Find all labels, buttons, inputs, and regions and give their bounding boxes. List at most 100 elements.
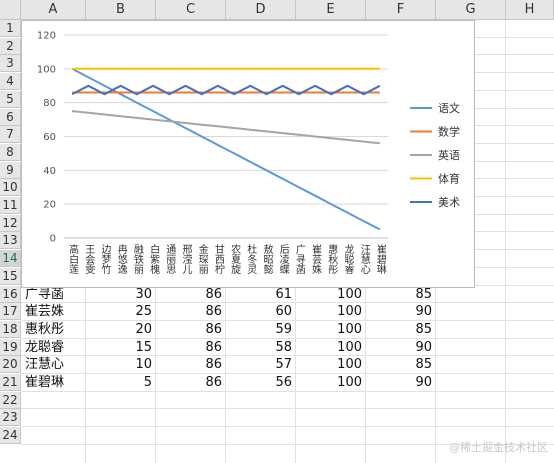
cell-f18[interactable]: 85 — [366, 321, 436, 338]
cell-a21[interactable]: 崔碧琳 — [21, 374, 86, 391]
legend-label-3: 英语 — [438, 148, 460, 162]
cell-d18[interactable]: 59 — [226, 321, 296, 338]
cell-b20[interactable]: 10 — [86, 356, 156, 373]
x-category-label: 龙聪睿 — [342, 243, 354, 275]
cell-e20[interactable]: 100 — [296, 356, 366, 373]
column-header-c[interactable]: C — [156, 0, 226, 20]
cell-c20[interactable]: 86 — [156, 356, 226, 373]
line-chart[interactable]: 0 20 40 60 80 100 120 高白莲 王会雯 边梦竹 冉悠逸 融铁丽 白紫槐 通丽思 邢滢儿… — [21, 20, 475, 288]
row-header-17[interactable]: 17 — [0, 303, 21, 321]
x-axis-categories: 高白莲 王会雯 边梦竹 冉悠逸 融铁丽 白紫槐 通丽思 邢滢儿 金琛丽 甘西柠 农夏旋 杜冬灵 敖昭懿后… — [67, 243, 387, 275]
column-header-e[interactable]: E — [296, 0, 366, 20]
cell-f21[interactable]: 90 — [366, 374, 436, 391]
cell-f19[interactable]: 90 — [366, 339, 436, 356]
cell-e18[interactable]: 100 — [296, 321, 366, 338]
cell-d17[interactable]: 60 — [226, 303, 296, 320]
row-header-4[interactable]: 4 — [0, 73, 21, 91]
legend-label-1: 语文 — [438, 101, 460, 115]
column-header-b[interactable]: B — [86, 0, 156, 20]
series-line-3 — [71, 110, 381, 145]
cell-e19[interactable]: 100 — [296, 339, 366, 356]
y-tick-label: 60 — [43, 132, 56, 143]
x-category-label: 甘西柠 — [212, 243, 224, 275]
row-header-7[interactable]: 7 — [0, 126, 21, 144]
row-header-5[interactable]: 5 — [0, 90, 21, 108]
x-category-label: 敖昭懿 — [261, 243, 273, 274]
column-header-f[interactable]: F — [366, 0, 436, 20]
x-category-label: 白紫槐 — [148, 243, 160, 275]
x-category-label: 冉悠逸 — [115, 243, 127, 274]
cell-c21[interactable]: 86 — [156, 374, 226, 391]
row-header-22[interactable]: 22 — [0, 391, 21, 409]
cell-f17[interactable]: 90 — [366, 303, 436, 320]
x-category-label: 融铁丽 — [131, 244, 143, 275]
cell-b18[interactable]: 20 — [86, 321, 156, 338]
x-category-label: 广寻菡 — [293, 244, 305, 274]
legend-label-4: 体育 — [438, 172, 460, 186]
row-header-13[interactable]: 13 — [0, 232, 21, 250]
row-header-6[interactable]: 6 — [0, 108, 21, 126]
row-header-10[interactable]: 10 — [0, 179, 21, 197]
row-gridline — [21, 426, 554, 428]
cell-d21[interactable]: 56 — [226, 374, 296, 391]
column-gridline — [505, 20, 506, 463]
legend-label-5: 美术 — [438, 196, 460, 209]
y-tick-label: 100 — [37, 64, 56, 75]
column-header-g[interactable]: G — [436, 0, 506, 20]
row-gridline — [21, 408, 554, 410]
cell-a20[interactable]: 汪慧心 — [21, 356, 86, 373]
column-header-d[interactable]: D — [226, 0, 296, 20]
cell-b17[interactable]: 25 — [86, 303, 156, 320]
row-header-15[interactable]: 15 — [0, 267, 21, 285]
x-category-label: 杜冬灵 — [245, 243, 257, 275]
spreadsheet: ABCDEFGH 1 2 3 4 5 6 7 8 9 10 11 12 13 14 15 16 17 18 19 20… — [0, 0, 554, 463]
legend-label-2: 数学 — [438, 125, 460, 139]
row-header-16[interactable]: 16 — [0, 285, 21, 303]
column-header-a[interactable]: A — [21, 0, 86, 20]
y-tick-label: 120 — [37, 31, 56, 42]
row-header-18[interactable]: 18 — [0, 320, 21, 338]
cell-c19[interactable]: 86 — [156, 339, 226, 356]
select-all-corner[interactable] — [0, 0, 21, 20]
chart-series — [71, 67, 381, 231]
chart-legend[interactable]: 语文数学英语体育美术 — [410, 101, 460, 209]
row-header-9[interactable]: 9 — [0, 161, 21, 179]
x-category-label: 惠秋彤 — [326, 243, 338, 274]
cell-c17[interactable]: 86 — [156, 303, 226, 320]
row-header-14[interactable]: 14 — [0, 250, 21, 268]
row-header-3[interactable]: 3 — [0, 55, 21, 73]
row-header-12[interactable]: 12 — [0, 214, 21, 232]
y-tick-label: 20 — [43, 200, 56, 211]
row-header-19[interactable]: 19 — [0, 338, 21, 356]
cell-d20[interactable]: 57 — [226, 356, 296, 373]
y-tick-label: 0 — [50, 234, 56, 245]
cell-b19[interactable]: 15 — [86, 339, 156, 356]
cell-b21[interactable]: 5 — [86, 374, 156, 391]
row-header-24[interactable]: 24 — [0, 427, 21, 445]
row-header-2[interactable]: 2 — [0, 37, 21, 55]
x-category-label: 通丽思 — [164, 244, 176, 274]
cell-a19[interactable]: 龙聪睿 — [21, 339, 86, 356]
cell-a17[interactable]: 崔芸姝 — [21, 303, 86, 320]
row-header-11[interactable]: 11 — [0, 197, 21, 214]
cell-f20[interactable]: 85 — [366, 356, 436, 373]
row-header-20[interactable]: 20 — [0, 356, 21, 374]
column-header-h[interactable]: H — [506, 0, 554, 20]
cell-a18[interactable]: 惠秋彤 — [21, 321, 86, 338]
x-category-label: 金琛丽 — [196, 243, 208, 275]
x-category-label: 农夏旋 — [229, 243, 241, 275]
row-header-8[interactable]: 8 — [0, 143, 21, 161]
y-axis-ticks: 0 20 40 60 80 100 120 — [37, 31, 56, 245]
row-header-1[interactable]: 1 — [0, 20, 21, 37]
cell-c18[interactable]: 86 — [156, 321, 226, 338]
row-header-21[interactable]: 21 — [0, 374, 21, 391]
cell-d19[interactable]: 58 — [226, 339, 296, 356]
row-header-23[interactable]: 23 — [0, 409, 21, 427]
cell-e17[interactable]: 100 — [296, 303, 366, 320]
x-category-label: 后凌蝶 — [277, 244, 289, 275]
chart-canvas: 0 20 40 60 80 100 120 高白莲 王会雯 边梦竹 冉悠逸 融铁丽 白紫槐 通丽思 邢滢儿… — [37, 31, 460, 275]
x-category-label: 崔芸姝 — [310, 243, 322, 275]
cell-e21[interactable]: 100 — [296, 374, 366, 391]
y-tick-label: 80 — [43, 98, 56, 109]
watermark-text: @稀土掘金技术社区 — [449, 441, 548, 454]
